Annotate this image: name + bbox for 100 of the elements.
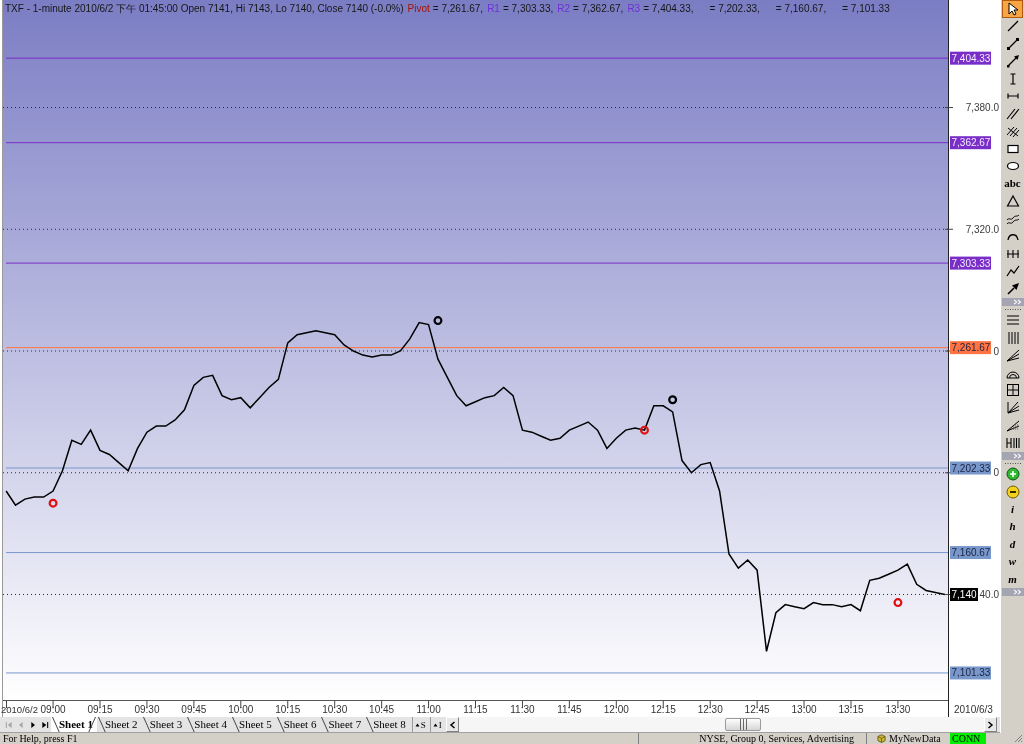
price-label: 7,362.67 bbox=[950, 136, 991, 150]
legend-value: = 7,261.67, bbox=[432, 2, 484, 15]
legend-value: = 7,303.33, bbox=[502, 2, 554, 15]
axis-label: 11:45 bbox=[557, 704, 582, 715]
help-text: For Help, press F1 bbox=[2, 733, 78, 744]
crosshatch-lines-icon bbox=[1005, 124, 1020, 139]
diagonal-line-icon bbox=[1005, 19, 1020, 34]
tool-button[interactable]: h bbox=[1002, 518, 1023, 536]
chart-info-text: TXF - 1-minute 2010/6/2 下午 01:45:00 Open 7141, Hi 7143, Lo 7140, Close 7140 (-0.0%) bbox=[5, 2, 404, 15]
bar-triangle-left-icon bbox=[5, 720, 13, 729]
axis-label: 09:00 bbox=[40, 704, 66, 715]
price-label: 7,404.33 bbox=[950, 51, 991, 65]
grip-icon bbox=[1003, 461, 1022, 465]
price-label: 7,160.67 bbox=[950, 546, 991, 560]
axis-label: 12:15 bbox=[650, 704, 676, 715]
triangle-bar-right-icon bbox=[41, 720, 49, 729]
legend-label: R3 bbox=[627, 2, 641, 15]
tool-button[interactable] bbox=[1002, 0, 1023, 18]
letter-button[interactable]: I bbox=[429, 717, 444, 732]
axis-label: 10:45 bbox=[369, 704, 395, 715]
date-label: 2010/6/2 bbox=[1, 704, 38, 715]
axis-label: 12:00 bbox=[603, 704, 629, 715]
sheet-tab[interactable]: Sheet 2 bbox=[96, 717, 142, 732]
axis-label: 11:30 bbox=[510, 704, 535, 715]
tool-button[interactable]: d bbox=[1002, 535, 1023, 553]
arrow-line-icon bbox=[1005, 54, 1020, 69]
line-segment-icon bbox=[1005, 36, 1020, 51]
axis-label: 11:15 bbox=[463, 704, 488, 715]
scroll-left-button[interactable] bbox=[445, 717, 459, 732]
axis-label: 0 bbox=[993, 467, 999, 479]
axis-label: 0 bbox=[993, 345, 999, 357]
axis-label: 10:30 bbox=[322, 704, 348, 715]
tool-button[interactable]: abc bbox=[1002, 175, 1023, 193]
sheet-tab[interactable]: Sheet 5 bbox=[231, 717, 276, 732]
axis-label: 7,380.0 bbox=[965, 102, 999, 114]
horizontal-scrollbar[interactable] bbox=[458, 717, 984, 732]
legend-value: = 7,160.67, bbox=[775, 2, 827, 15]
grip-icon bbox=[1003, 307, 1022, 311]
status-text: MyNewData bbox=[889, 733, 941, 744]
sheet-tab[interactable]: Sheet 7 bbox=[320, 717, 366, 732]
axis-label: 12:30 bbox=[697, 704, 723, 715]
vertical-lines-icon bbox=[1005, 330, 1020, 345]
zoom-in-icon bbox=[1005, 467, 1020, 482]
triangle-up-icon bbox=[414, 722, 420, 727]
triangle-right-icon bbox=[29, 720, 37, 729]
legend-label: R2 bbox=[557, 2, 571, 15]
legend-value: = 7,202.33, bbox=[709, 2, 760, 15]
resize-grip-icon bbox=[1013, 733, 1023, 743]
sheet-tab[interactable]: Sheet 4 bbox=[186, 717, 232, 732]
triangle-icon bbox=[1005, 194, 1020, 209]
diagonal-arrow-icon bbox=[1005, 281, 1020, 296]
sheet-tab[interactable]: Sheet 6 bbox=[275, 717, 321, 732]
sheet-tab[interactable]: Sheet 3 bbox=[141, 717, 187, 732]
legend-value: = 7,101.33 bbox=[842, 2, 890, 15]
tool-button[interactable]: m bbox=[1002, 570, 1023, 588]
h-bars-icon bbox=[1005, 435, 1020, 450]
connection-indicator: CONN bbox=[950, 733, 986, 744]
shaded-fan-icon bbox=[1005, 418, 1020, 433]
axis-label: 13:00 bbox=[791, 704, 817, 715]
sheet-tab[interactable]: Sheet 8 bbox=[365, 717, 410, 732]
tool-button[interactable]: i bbox=[1002, 500, 1023, 518]
zoom-out-icon bbox=[1005, 484, 1020, 499]
scrollbar-thumb[interactable] bbox=[724, 718, 761, 731]
axis-label: 11:00 bbox=[416, 704, 441, 715]
status-text: NYSE, Group 0, Services, Advertising bbox=[699, 733, 854, 744]
sheet-tab[interactable]: Sheet 1 bbox=[51, 717, 97, 732]
axis-label: 09:30 bbox=[134, 704, 160, 715]
legend-label: Pivot bbox=[407, 2, 430, 15]
fan-lines-icon bbox=[1005, 348, 1020, 363]
price-label: 7,101.33 bbox=[950, 666, 991, 680]
legend-value: = 7,404.33, bbox=[643, 2, 694, 15]
tool-button[interactable]: w bbox=[1002, 553, 1023, 571]
date-label: 2010/6/3 bbox=[954, 704, 993, 715]
radiating-lines-icon bbox=[1005, 400, 1020, 415]
price-label: 7,202.33 bbox=[950, 461, 991, 475]
arrow-cursor-icon bbox=[1005, 1, 1020, 16]
grid-icon bbox=[1005, 383, 1020, 398]
scroll-right-button[interactable] bbox=[984, 717, 997, 732]
axis-label: 09:45 bbox=[181, 704, 207, 715]
triangle-left-icon bbox=[17, 720, 25, 729]
axis-label: 13:15 bbox=[838, 704, 864, 715]
legend-value: = 7,362.67, bbox=[573, 2, 624, 15]
chevron-right-icon bbox=[987, 720, 994, 729]
axis-label: 7,320.0 bbox=[965, 223, 999, 235]
axis-label: 12:45 bbox=[744, 704, 770, 715]
axis-label: 10:00 bbox=[228, 704, 254, 715]
triangle-up-icon bbox=[432, 722, 438, 727]
letter-button[interactable]: S bbox=[411, 717, 428, 732]
axis-label: 09:15 bbox=[87, 704, 113, 715]
price-label: 7,303.33 bbox=[950, 256, 991, 270]
price-label: 7,140 bbox=[950, 588, 978, 601]
parallel-lines-icon bbox=[1005, 106, 1020, 121]
price-label: 7,261.67 bbox=[950, 341, 991, 355]
chevron-left-icon bbox=[448, 720, 456, 729]
legend-label: R1 bbox=[487, 2, 500, 15]
zigzag-icon bbox=[1005, 264, 1020, 279]
horizontal-lines-icon bbox=[1005, 313, 1020, 328]
cube-icon bbox=[877, 734, 886, 743]
axis-label: 40.0 bbox=[979, 589, 999, 600]
axis-label: 10:15 bbox=[275, 704, 301, 715]
